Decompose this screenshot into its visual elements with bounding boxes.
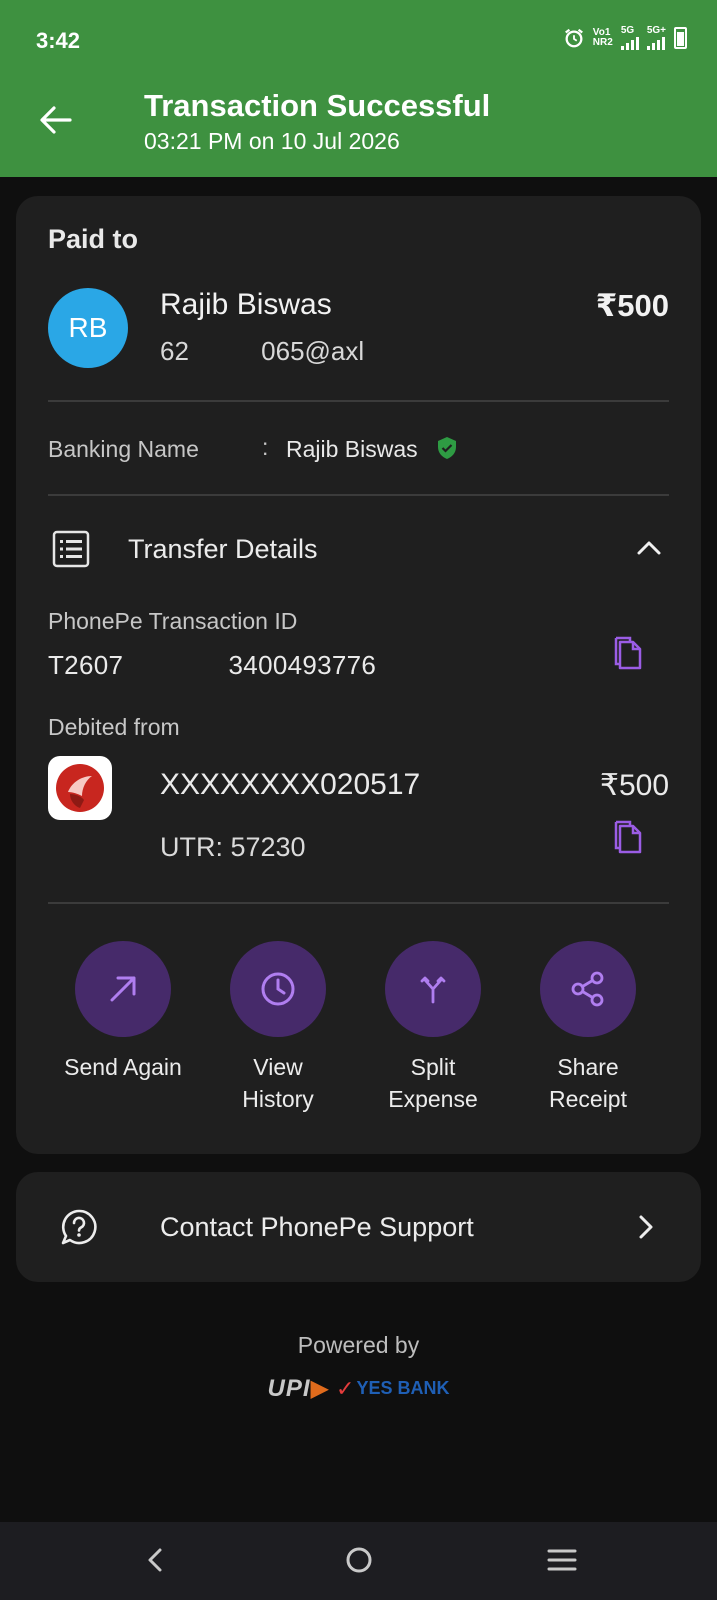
account-number: XXXXXXXX020517 [160,768,421,801]
paid-amount: ₹500 [595,288,669,323]
bank-logo [48,756,112,820]
upi-logo: UPI▶ [267,1375,331,1402]
sim1-labels: Vo1 NR2 [593,28,613,48]
signal-bars-icon [620,36,639,50]
nav-back-icon[interactable] [134,1540,178,1580]
powered-by-label: Powered by [297,1332,420,1358]
divider [48,400,669,402]
avatar: RB [48,288,128,368]
partner-logos: UPI▶ ✓ YES BANK [0,1374,717,1403]
share-icon [571,971,604,1007]
status-icons: Vo1 NR2 5G 5G+ [563,26,687,50]
utr-number: UTR: 57230 [160,832,306,862]
page-title: Transaction Successful [144,88,491,123]
support-label: Contact PhonePe Support [160,1212,474,1242]
nav-menu-icon[interactable] [540,1540,584,1580]
view-history-button[interactable]: View History [203,941,353,1115]
split-expense-label: Split Expense [388,1054,478,1112]
transaction-id-label: PhonePe Transaction ID [48,608,298,634]
sim2-signal: 5G+ [646,25,666,50]
debit-amount: ₹500 [599,769,669,802]
share-receipt-circle[interactable] [540,941,636,1037]
sim2-type: 5G+ [646,25,666,36]
status-time: 3:42 [36,28,81,53]
send-again-button[interactable]: Send Again [48,941,198,1083]
paid-to-label: Paid to [48,224,139,254]
chevron-right-icon [639,1215,653,1239]
share-receipt-label: Share Receipt [549,1054,627,1112]
transfer-details-title: Transfer Details [128,534,318,564]
view-history-circle[interactable] [230,941,326,1037]
send-again-label: Send Again [64,1054,182,1080]
yes-bank-logo-text: YES BANK [356,1378,450,1398]
split-icon [420,976,446,1004]
split-expense-button[interactable]: Split Expense [358,941,508,1115]
back-arrow-icon[interactable] [36,100,76,140]
transaction-timestamp: 03:21 PM on 10 Jul 2026 [144,128,400,154]
yes-bank-logo: ✓ YES BANK [336,1375,450,1401]
avatar-initials: RB [68,312,108,343]
receipt-list-icon [52,530,90,568]
copy-icon[interactable] [614,636,644,670]
send-again-circle[interactable] [75,941,171,1037]
share-receipt-button[interactable]: Share Receipt [513,941,663,1115]
chevron-up-icon[interactable] [635,534,663,562]
banking-name-label: Banking Name [48,436,199,462]
help-chat-icon [61,1209,97,1245]
transaction-card: Paid to RB Rajib Biswas 62 065@axl ₹500 … [16,196,701,1154]
sim1-type: 5G [620,25,635,36]
nav-home-icon[interactable] [337,1540,381,1580]
clock-icon [261,972,295,1006]
payee-vpa: 62 065@axl [160,336,365,366]
arrow-up-right-icon [110,976,136,1002]
bank-logo-icon [56,764,104,812]
divider [48,494,669,496]
view-history-label: View History [242,1054,314,1112]
alarm-icon [564,28,583,48]
system-nav-bar [0,1522,717,1600]
split-expense-circle[interactable] [385,941,481,1037]
sim1-nr: NR2 [592,37,613,48]
copy-icon[interactable] [614,820,644,854]
transaction-id-value: T2607 3400493776 [48,650,377,680]
contact-support-button[interactable]: Contact PhonePe Support [16,1172,701,1282]
verified-shield-icon [438,437,456,459]
divider [48,902,669,904]
sim1-signal: 5G [620,25,639,50]
battery-icon [674,27,687,49]
debited-from-label: Debited from [48,714,180,740]
signal-bars-icon [646,36,666,50]
payee-name: Rajib Biswas [160,288,332,321]
banking-name-separator: : [262,434,269,460]
header-bar: 3:42 Vo1 NR2 5G 5G+ Transaction Successf… [0,0,717,177]
upi-logo-text: UPI [267,1375,311,1402]
banking-name-value: Rajib Biswas [286,436,418,462]
